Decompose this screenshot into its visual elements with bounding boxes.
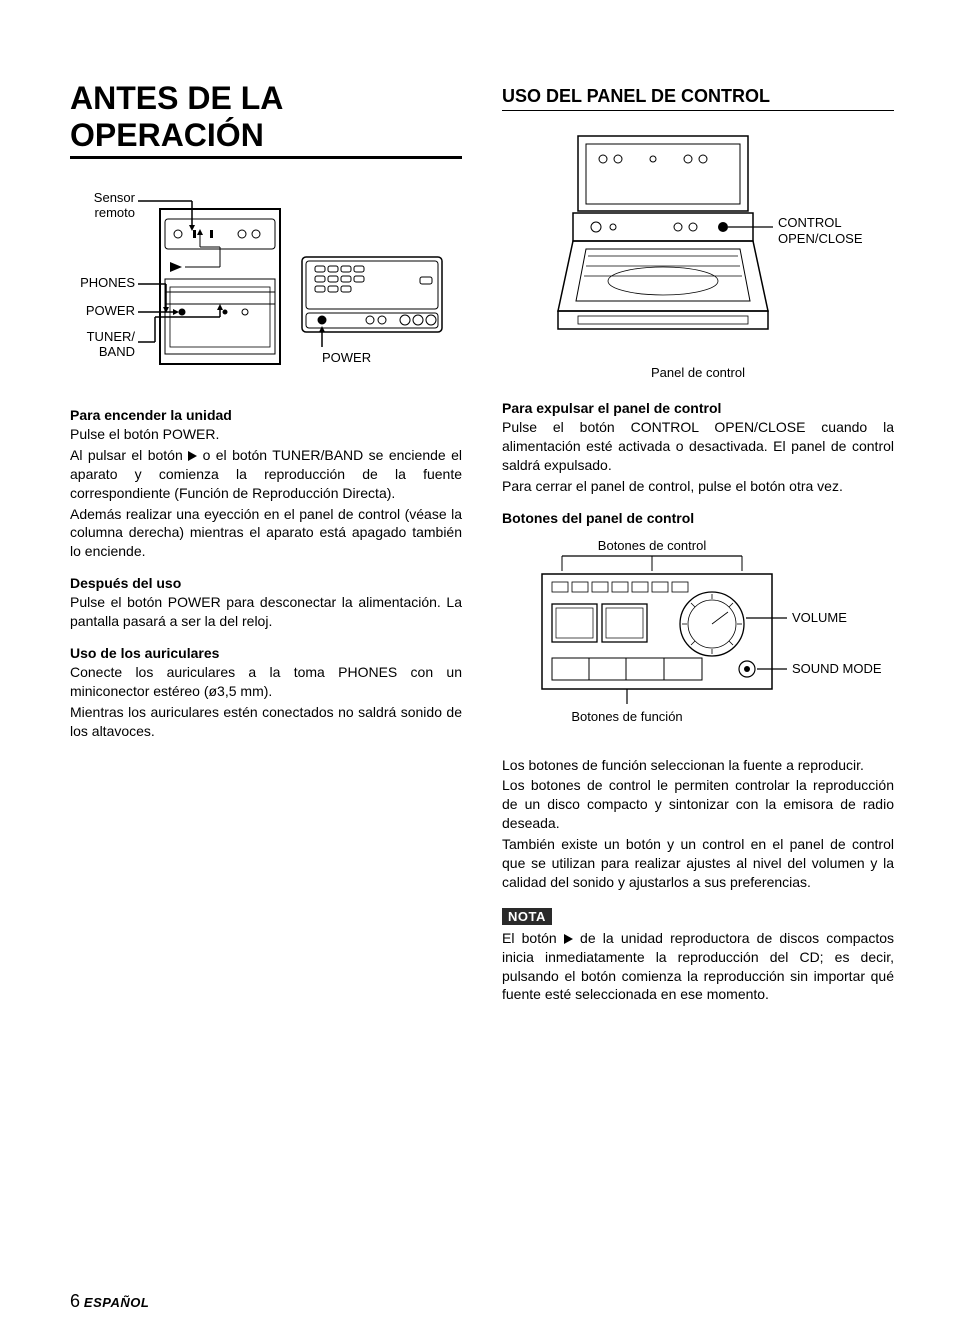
label-phones: PHONES [80,275,135,290]
subhead-eject: Para expulsar el panel de control [502,400,894,416]
figure-control-buttons: Botones de control [502,536,894,736]
para-power-2: Al pulsar el botón o el botón TUNER/BAND… [70,446,462,503]
para-head-1: Conecte los auriculares a la toma PHONES… [70,663,462,701]
label-control-l1: CONTROL [778,215,842,230]
figure-control-panel: CONTROL OPEN/CLOSE Panel de control [502,131,894,380]
label-power-left: POWER [86,303,135,318]
label-botones-funcion: Botones de función [571,709,682,724]
label-power-right: POWER [322,350,371,365]
para-buttons-1: Los botones de función seleccionan la fu… [502,756,894,775]
para-power-2a: Al pulsar el botón [70,447,188,463]
para-buttons-2: Los botones de control le permiten contr… [502,776,894,833]
para-eject-1: Pulse el botón CONTROL OPEN/CLOSE cuando… [502,418,894,475]
label-control-l2: OPEN/CLOSE [778,231,863,246]
nota-para-a: El botón [502,930,564,946]
page-number: 6 [70,1291,80,1311]
label-sensor-l2: remoto [95,205,135,220]
label-botones-control: Botones de control [598,538,707,553]
label-tuner-l1: TUNER/ [87,329,136,344]
subhead-buttons: Botones del panel de control [502,510,894,526]
page-footer: 6 ESPAÑOL [70,1291,149,1312]
fig2-caption: Panel de control [502,365,894,380]
para-power-1: Pulse el botón POWER. [70,425,462,444]
para-power-3: Además realizar una eyección en el panel… [70,505,462,562]
subhead-after-use: Después del uso [70,575,462,591]
main-heading: ANTES DE LA OPERACIÓN [70,80,462,159]
label-volume: VOLUME [792,610,847,625]
label-sound-mode: SOUND MODE [792,661,882,676]
subhead-power-on: Para encender la unidad [70,407,462,423]
two-column-layout: ANTES DE LA OPERACIÓN Sensor remoto PHON… [70,80,894,1006]
label-sensor-l1: Sensor [94,190,136,205]
play-icon [564,934,573,944]
subhead-headphones: Uso de los auriculares [70,645,462,661]
figure-unit-front: Sensor remoto PHONES POWER TUNER/ BAND [70,187,462,387]
label-tuner-l2: BAND [99,344,135,359]
nota-badge: NOTA [502,908,552,925]
right-heading: USO DEL PANEL DE CONTROL [502,86,894,111]
page-language: ESPAÑOL [84,1295,149,1310]
para-buttons-3: También existe un botón y un control en … [502,835,894,892]
para-head-2: Mientras los auriculares estén conectado… [70,703,462,741]
right-column: USO DEL PANEL DE CONTROL [502,80,894,1006]
nota-para: El botón de la unidad reproductora de di… [502,929,894,1005]
para-after-1: Pulse el botón POWER para desconectar la… [70,593,462,631]
play-icon [188,451,197,461]
para-eject-2: Para cerrar el panel de control, pulse e… [502,477,894,496]
left-column: ANTES DE LA OPERACIÓN Sensor remoto PHON… [70,80,462,1006]
